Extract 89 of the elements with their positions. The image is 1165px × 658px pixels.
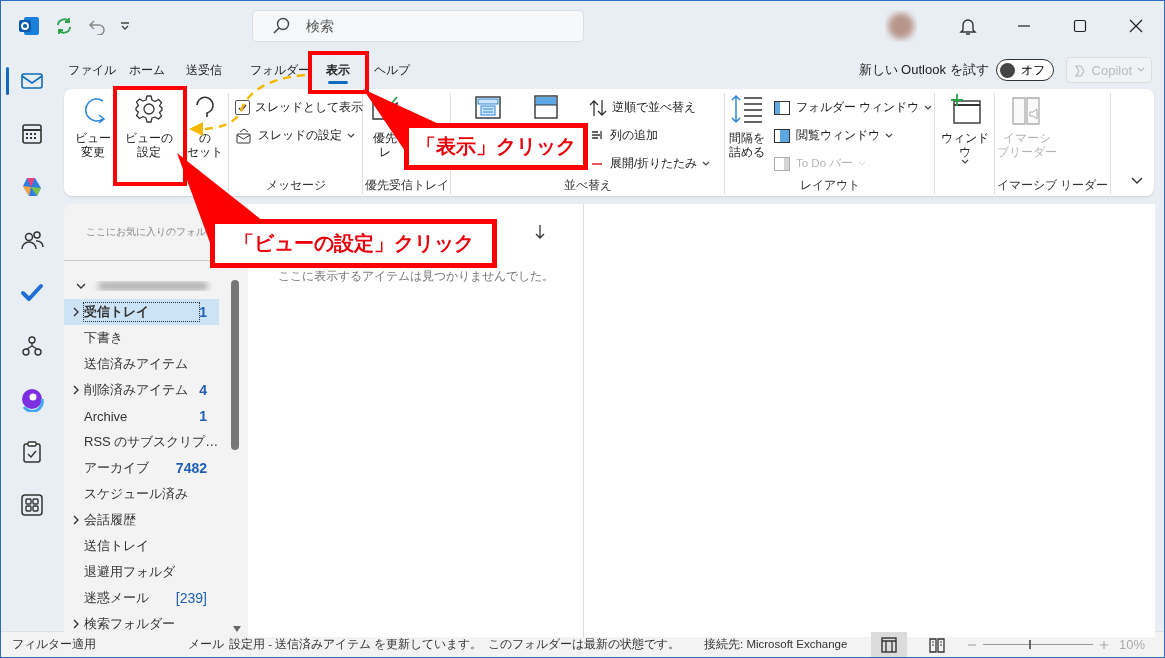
group-label: イマーシブ リーダー <box>997 178 1109 192</box>
chevron-right-icon[interactable] <box>72 515 80 525</box>
filter-status: フィルター適用 <box>12 637 96 652</box>
ribbon-button[interactable]: 間隔を 詰める <box>727 93 767 159</box>
callout: 「表示」クリック <box>404 123 588 170</box>
folder-item[interactable]: 送信済みアイテム <box>64 351 219 377</box>
reading-view-icon <box>928 635 946 654</box>
ribbon-button[interactable]: 展開/折りたたみ <box>585 151 715 176</box>
sync-icon[interactable] <box>54 16 74 36</box>
chevron-down-icon <box>858 160 867 167</box>
menu-tab[interactable]: 送受信 <box>186 51 222 89</box>
ribbon-button[interactable]: 逆順で並べ替え <box>585 95 715 120</box>
chevron-down-icon <box>347 132 355 139</box>
ribbon-button[interactable]: ビュー 変更 <box>73 93 114 159</box>
folder-item[interactable]: 検索フォルダー <box>64 611 219 637</box>
chevron-down-icon <box>702 160 711 167</box>
sort-arrow-icon[interactable] <box>535 224 545 240</box>
group-label: レイアウト <box>799 178 860 192</box>
toggle-switch[interactable]: オフ <box>995 59 1054 81</box>
reading-pane-icon <box>773 126 791 145</box>
chevron-right-icon[interactable] <box>72 307 80 317</box>
bell-icon[interactable] <box>959 16 977 36</box>
scroll-down-icon[interactable] <box>232 625 242 633</box>
favorites-hint: ここにお気に入りのフォル <box>86 225 206 239</box>
group-label: メッセージ <box>265 178 326 192</box>
search-field[interactable]: 検索 <box>252 10 584 42</box>
folder-item[interactable]: 退避用フォルダ <box>64 559 219 585</box>
chevron-down-icon <box>960 159 969 165</box>
gear-icon <box>132 93 165 125</box>
ribbon-button[interactable]: ウィンドウ <box>937 93 992 165</box>
status-text: 設定用 - 送信済みアイテム を更新しています。 <box>229 637 483 652</box>
zoom-level: 10% <box>1119 637 1146 652</box>
new-outlook-label: 新しい Outlook を試す <box>858 61 989 79</box>
ribbon-button[interactable]: フォルダー ウィンドウ <box>769 95 937 120</box>
folder-item[interactable]: 送信トレイ <box>64 533 219 559</box>
folder-item[interactable]: スケジュール済み <box>64 481 219 507</box>
status-text: このフォルダーは最新の状態です。 <box>488 637 680 652</box>
group-label: 優先受信トレイ <box>365 178 449 192</box>
status-text: 接続先: Microsoft Exchange <box>704 637 848 652</box>
folder-item[interactable]: 迷惑メール [239] <box>64 585 219 611</box>
ribbon-button[interactable]: スレッドの設定 <box>231 123 367 148</box>
spacing-icon <box>730 93 764 125</box>
collapse-ribbon-icon[interactable] <box>1130 176 1144 186</box>
menu-tab[interactable]: 表示 <box>326 51 350 89</box>
group-label: 並べ替え <box>563 178 612 192</box>
highlight-frame <box>308 51 369 94</box>
todo-pane-icon <box>773 154 791 173</box>
normal-view-icon <box>880 635 898 654</box>
callout: 「ビューの設定」クリック <box>210 219 497 268</box>
thread-checkbox[interactable]: スレッドとして表示 <box>231 95 367 120</box>
sort-arrows-icon <box>589 98 607 117</box>
chevron-down-icon <box>924 104 933 111</box>
folder-item[interactable]: 受信トレイ 1 <box>64 299 219 325</box>
folder-item[interactable]: RSS のサブスクリプ… <box>64 429 219 455</box>
chevron-right-icon[interactable] <box>72 619 80 629</box>
apps-icon <box>19 492 45 518</box>
folder-item[interactable]: 下書き <box>64 325 219 351</box>
thread-settings-icon <box>235 126 253 145</box>
window-layout-icon <box>474 93 502 121</box>
ribbon-button[interactable]: 閲覧ウィンドウ <box>769 123 937 148</box>
chevron-right-icon[interactable] <box>72 385 80 395</box>
ribbon-button[interactable]: の セット <box>183 93 226 159</box>
org-chart-icon <box>19 333 45 359</box>
chevron-down-icon[interactable] <box>76 281 86 291</box>
menu-tab[interactable]: ホーム <box>129 51 165 89</box>
folder-item[interactable]: 削除済みアイテム 4 <box>64 377 219 403</box>
dropdown-icon[interactable] <box>120 22 130 30</box>
minus-icon <box>591 161 603 166</box>
menu-tab[interactable]: ヘルプ <box>374 51 410 89</box>
ribbon-button[interactable]: ビューの 設定 <box>115 93 182 159</box>
pane-top-icon <box>532 93 560 121</box>
folder-pane-icon <box>773 98 791 117</box>
maximize-icon[interactable] <box>1073 19 1087 33</box>
view-button[interactable] <box>871 632 907 657</box>
outlook-logo-icon[interactable] <box>18 15 40 37</box>
undo-icon[interactable] <box>88 17 106 35</box>
folder-item[interactable]: アーカイブ 7482 <box>64 455 219 481</box>
scrollbar-thumb[interactable] <box>231 280 239 450</box>
empty-message: ここに表示するアイテムは見つかりませんでした。 <box>278 269 554 283</box>
search-icon <box>272 17 290 35</box>
menu-tab[interactable]: ファイル <box>68 51 116 89</box>
chevron-down-icon <box>885 132 893 139</box>
status-text: メール <box>188 637 224 652</box>
folder-item[interactable]: Archive 1 <box>64 403 219 429</box>
folder-item[interactable]: 会話履歴 <box>64 507 219 533</box>
chevron-down-icon <box>1137 67 1145 73</box>
close-icon[interactable] <box>1129 19 1143 33</box>
ribbon-button[interactable]: 列の追加 <box>585 123 715 148</box>
calendar-icon <box>19 121 45 147</box>
